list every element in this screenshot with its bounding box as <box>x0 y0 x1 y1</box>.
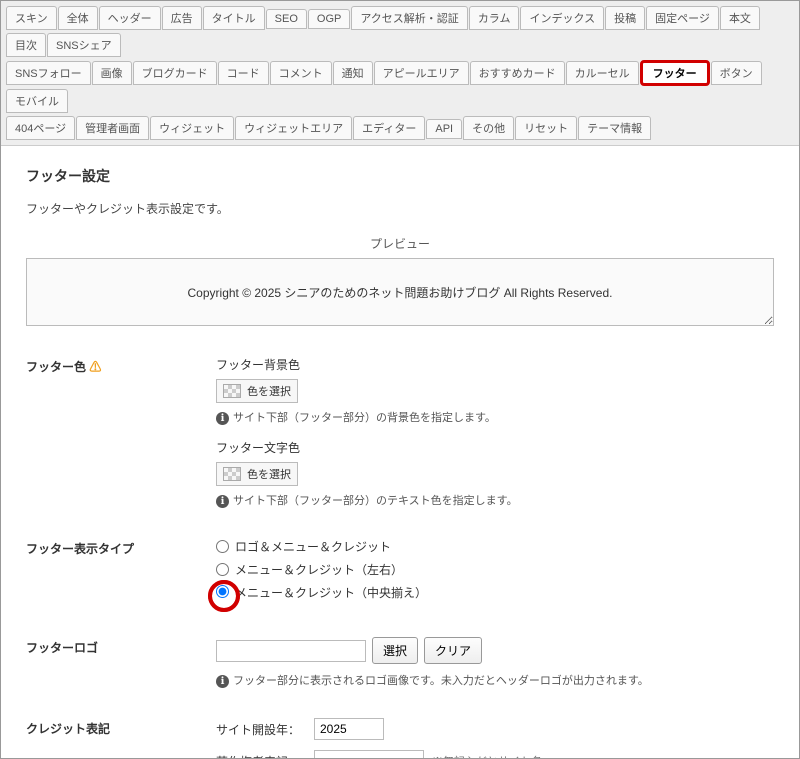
tab-ボタン[interactable]: ボタン <box>711 61 762 85</box>
credit-author-note: ※無記入だとサイト名 <box>432 753 542 759</box>
tab-404ページ[interactable]: 404ページ <box>6 116 75 140</box>
footer-type-label: フッター表示タイプ <box>26 538 216 607</box>
tab-アクセス解析・認証[interactable]: アクセス解析・認証 <box>351 6 467 30</box>
footer-type-option[interactable]: メニュー＆クレジット（左右） <box>216 561 774 578</box>
tab-カルーセル[interactable]: カルーセル <box>566 61 639 85</box>
preview-box: Copyright © 2025 シニアのためのネット問題お助けブログ All … <box>26 258 774 326</box>
tab-nav: スキン全体ヘッダー広告タイトルSEOOGPアクセス解析・認証カラムインデックス投… <box>1 1 799 146</box>
tab-投稿[interactable]: 投稿 <box>605 6 645 30</box>
credit-author-input[interactable] <box>314 750 424 759</box>
tab-コード[interactable]: コード <box>218 61 269 85</box>
preview-label: プレビュー <box>26 235 774 252</box>
tab-OGP[interactable]: OGP <box>308 9 350 29</box>
tab-テーマ情報[interactable]: テーマ情報 <box>578 116 651 140</box>
tab-画像[interactable]: 画像 <box>92 61 132 85</box>
tab-おすすめカード[interactable]: おすすめカード <box>470 61 565 85</box>
tab-スキン[interactable]: スキン <box>6 6 57 30</box>
footer-bg-hint: サイト下部（フッター部分）の背景色を指定します。 <box>216 409 774 425</box>
credit-year-input[interactable] <box>314 718 384 740</box>
tab-本文[interactable]: 本文 <box>720 6 760 30</box>
tab-ブログカード[interactable]: ブログカード <box>133 61 217 85</box>
tab-タイトル[interactable]: タイトル <box>203 6 265 30</box>
footer-bg-color-button[interactable]: 色を選択 <box>216 379 298 403</box>
footer-type-option[interactable]: メニュー＆クレジット（中央揃え） <box>216 584 774 601</box>
warning-icon: ⚠ <box>89 360 101 374</box>
tab-その他[interactable]: その他 <box>463 116 514 140</box>
tab-API[interactable]: API <box>426 119 462 139</box>
tab-インデックス[interactable]: インデックス <box>520 6 604 30</box>
credit-label: クレジット表記 <box>26 718 216 759</box>
tab-アピールエリア[interactable]: アピールエリア <box>374 61 469 85</box>
footer-type-option[interactable]: ロゴ＆メニュー＆クレジット <box>216 538 774 555</box>
tab-固定ページ[interactable]: 固定ページ <box>646 6 719 30</box>
checker-swatch-icon <box>223 384 241 398</box>
tab-広告[interactable]: 広告 <box>162 6 202 30</box>
tab-カラム[interactable]: カラム <box>469 6 520 30</box>
footer-logo-select-button[interactable]: 選択 <box>372 637 418 664</box>
tab-目次[interactable]: 目次 <box>6 33 46 57</box>
footer-text-sublabel: フッター文字色 <box>216 439 774 456</box>
preview-text: Copyright © 2025 シニアのためのネット問題お助けブログ All … <box>188 284 613 301</box>
tab-ヘッダー[interactable]: ヘッダー <box>99 6 161 30</box>
footer-logo-label: フッターロゴ <box>26 637 216 688</box>
footer-logo-hint: フッター部分に表示されるロゴ画像です。未入力だとヘッダーロゴが出力されます。 <box>216 672 774 688</box>
footer-text-color-button[interactable]: 色を選択 <box>216 462 298 486</box>
tab-SNSフォロー[interactable]: SNSフォロー <box>6 61 91 85</box>
footer-logo-clear-button[interactable]: クリア <box>424 637 482 664</box>
section-heading: フッター設定 <box>26 166 774 186</box>
tab-フッター[interactable]: フッター <box>640 60 710 86</box>
tab-モバイル[interactable]: モバイル <box>6 89 68 113</box>
info-icon <box>216 495 233 507</box>
tab-管理者画面[interactable]: 管理者画面 <box>76 116 149 140</box>
tab-コメント[interactable]: コメント <box>270 61 332 85</box>
tab-リセット[interactable]: リセット <box>515 116 577 140</box>
info-icon <box>216 412 233 424</box>
tab-ウィジェットエリア[interactable]: ウィジェットエリア <box>235 116 352 140</box>
credit-year-label: サイト開設年： <box>216 721 306 738</box>
footer-color-label: フッター色 ⚠ <box>26 356 216 508</box>
tab-ウィジェット[interactable]: ウィジェット <box>150 116 234 140</box>
info-icon <box>216 675 233 687</box>
tab-通知[interactable]: 通知 <box>333 61 373 85</box>
tab-エディター[interactable]: エディター <box>353 116 425 140</box>
tab-SNSシェア[interactable]: SNSシェア <box>47 33 121 57</box>
tab-全体[interactable]: 全体 <box>58 6 98 30</box>
footer-logo-input[interactable] <box>216 640 366 662</box>
checker-swatch-icon <box>223 467 241 481</box>
tab-SEO[interactable]: SEO <box>266 9 307 29</box>
credit-author-label: 著作権者表記： <box>216 753 306 759</box>
footer-bg-sublabel: フッター背景色 <box>216 356 774 373</box>
section-description: フッターやクレジット表示設定です。 <box>26 200 774 217</box>
footer-text-hint: サイト下部（フッター部分）のテキスト色を指定します。 <box>216 492 774 508</box>
